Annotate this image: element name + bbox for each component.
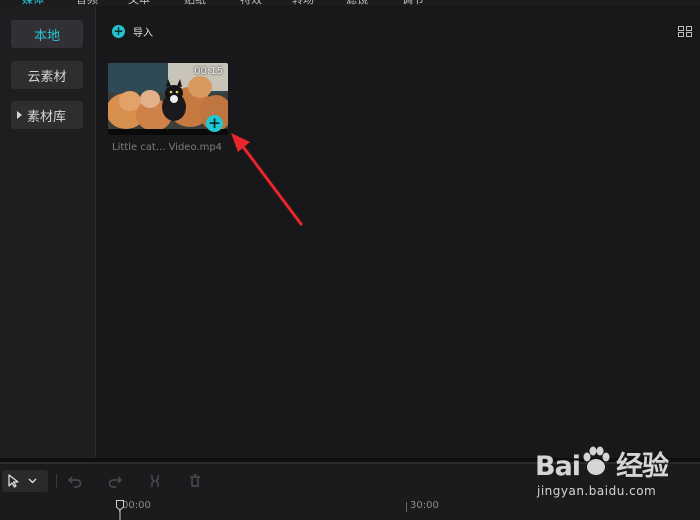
plus-circle-icon: + bbox=[112, 23, 125, 38]
import-label: 导入 bbox=[133, 27, 153, 39]
ruler-tick bbox=[406, 502, 407, 512]
sidebar-item-label: 本地 bbox=[33, 28, 60, 44]
sidebar-item-local[interactable]: 本地 bbox=[11, 20, 83, 48]
media-panel: + 导入 00:15 + Little cat... Video.mp4 bbox=[96, 6, 700, 458]
media-file-name: Little cat... Video.mp4 bbox=[112, 142, 223, 153]
caret-right-icon bbox=[17, 111, 22, 119]
add-to-track-icon[interactable]: + bbox=[206, 115, 223, 132]
sidebar-item-label: 云素材 bbox=[27, 69, 67, 85]
redo-icon[interactable] bbox=[106, 472, 124, 490]
chevron-down-icon[interactable] bbox=[28, 478, 37, 484]
watermark-brand: Bai 经验 bbox=[535, 451, 669, 482]
undo-icon[interactable] bbox=[66, 472, 84, 490]
ruler-label-mid: 30:00 bbox=[410, 500, 439, 511]
delete-icon[interactable] bbox=[186, 472, 204, 490]
ruler-label-start: 00:00 bbox=[122, 500, 151, 511]
sidebar-item-label: 素材库 bbox=[27, 109, 67, 125]
sidebar-item-cloud[interactable]: 云素材 bbox=[11, 61, 83, 89]
duration-label: 00:15 bbox=[194, 66, 223, 77]
split-icon[interactable] bbox=[146, 472, 164, 490]
toolbar-divider bbox=[56, 474, 57, 488]
media-sidebar: 本地 云素材 素材库 bbox=[0, 6, 96, 458]
import-button[interactable]: + 导入 bbox=[108, 20, 166, 42]
playhead-handle-icon[interactable] bbox=[116, 500, 124, 520]
watermark-url: jingyan.baidu.com bbox=[537, 484, 657, 498]
select-tool-button[interactable] bbox=[2, 470, 48, 492]
media-thumbnail[interactable]: 00:15 + bbox=[108, 63, 228, 135]
cursor-arrow-icon bbox=[8, 474, 19, 488]
grid-view-icon[interactable] bbox=[678, 26, 692, 37]
baidu-jingyan-watermark: Bai 经验 jingyan.baidu.com bbox=[535, 444, 695, 504]
sidebar-item-library[interactable]: 素材库 bbox=[11, 101, 83, 129]
